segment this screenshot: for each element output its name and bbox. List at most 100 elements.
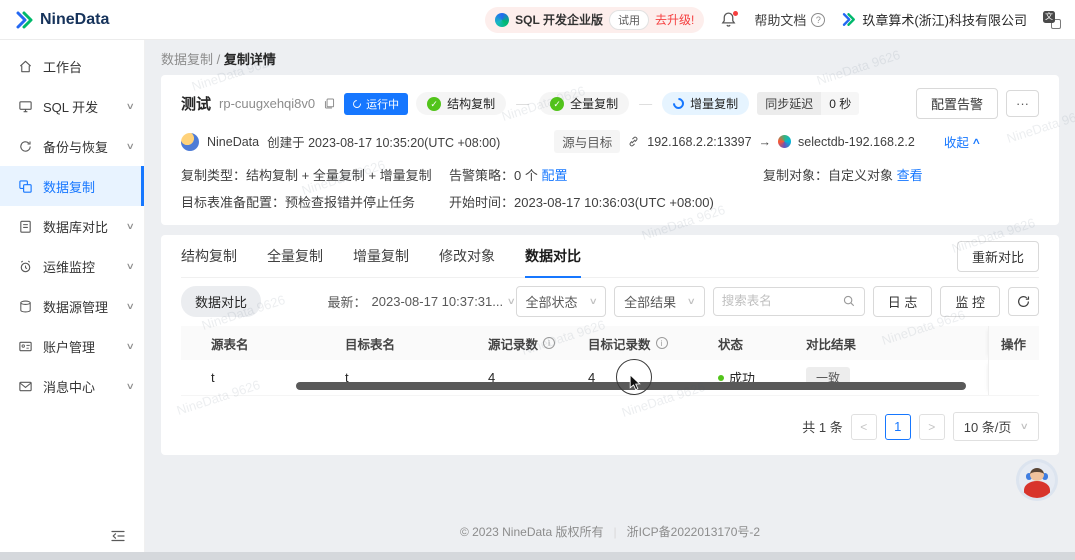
upgrade-link[interactable]: 去升级! (655, 11, 694, 28)
notification-bell-icon[interactable] (720, 10, 739, 29)
help-docs[interactable]: 帮助文档 (754, 10, 826, 29)
col-status: 状态 (718, 337, 744, 352)
current-page[interactable]: 1 (884, 413, 911, 440)
sidebar-item-db-compare[interactable]: 数据库对比 (0, 206, 144, 246)
table-header: 源表名 目标表名 源记录数 目标记录数 状态 对比结果 操作 (181, 326, 1039, 360)
step-incremental: 增量复制 (662, 92, 750, 115)
tab-full-replication[interactable]: 全量复制 (267, 235, 323, 277)
pagination: 共 1 条 < 1 > 10 条/页 (181, 412, 1039, 441)
tab-modify-objects[interactable]: 修改对象 (439, 235, 495, 277)
brand-name: NineData (40, 10, 110, 28)
filter-bar: 数据对比 最新： 2023-08-17 10:37:31... 全部状态 全部结… (181, 278, 1039, 324)
task-name: 测试 (181, 96, 212, 113)
customer-service-avatar[interactable] (1019, 462, 1055, 498)
tab-incremental-replication[interactable]: 增量复制 (353, 235, 409, 277)
configure-alert-button[interactable]: 配置告警 (915, 88, 998, 119)
sidebar-item-backup[interactable]: 备份与恢复 (0, 126, 144, 166)
chevron-down-icon (126, 301, 135, 312)
plan-product: SQL 开发企业版 (515, 13, 603, 27)
data-compare-chip[interactable]: 数据对比 (181, 285, 262, 317)
copy-icon[interactable] (323, 97, 336, 110)
sidebar-item-datasource[interactable]: 数据源管理 (0, 286, 144, 326)
refresh-icon (1018, 295, 1030, 307)
footer-divider: | (613, 524, 617, 539)
collapse-link[interactable]: 收起 (944, 132, 980, 151)
created-text: 创建于 2023-08-17 10:35:20(UTC +08:00) (267, 136, 501, 150)
monitor-icon (19, 100, 32, 112)
caret-down-icon (588, 296, 597, 307)
target-address[interactable]: selectdb-192.168.2.2 (798, 135, 915, 149)
result-filter-select[interactable]: 全部结果 (614, 285, 705, 317)
refresh-button[interactable] (1008, 286, 1039, 316)
status-filter-select[interactable]: 全部状态 (515, 285, 607, 317)
tab-data-compare[interactable]: 数据对比 (525, 235, 581, 278)
tab-structure-replication[interactable]: 结构复制 (181, 235, 237, 277)
col-target-table: 目标表名 (333, 334, 476, 353)
copyright-text: © 2023 NineData 版权所有 (459, 525, 604, 539)
sync-delay-chip: 同步延迟 0 秒 (757, 92, 860, 115)
table-row[interactable]: t t 4 4 成功 一致 (181, 360, 1039, 396)
sidebar-item-account[interactable]: 账户管理 (0, 326, 144, 366)
latest-run-dropdown[interactable]: 最新： 2023-08-17 10:37:31... (328, 292, 508, 311)
brand-logo[interactable]: NineData (14, 10, 109, 30)
col-source-table: 源表名 (211, 337, 249, 352)
icp-text[interactable]: 浙ICP备2022013170号-2 (627, 523, 760, 540)
sidebar-item-label: 备份与恢复 (43, 139, 109, 155)
prev-page-button[interactable]: < (850, 413, 877, 440)
link-icon (629, 136, 638, 147)
col-source-records: 源记录数 (476, 334, 576, 353)
more-actions-button[interactable]: ··· (1006, 90, 1039, 117)
sidebar-item-label: 账户管理 (43, 339, 96, 355)
col-target-records: 目标记录数 (576, 334, 706, 353)
source-target-label: 源与目标 (554, 130, 621, 153)
caret-down-icon (1020, 421, 1029, 432)
plan-icon (495, 12, 510, 27)
replication-object-view-link[interactable]: 查看 (897, 168, 923, 183)
table-search-box (712, 286, 865, 316)
step-connector (639, 96, 652, 111)
ninedata-logo-icon (16, 11, 33, 28)
creator-avatar (181, 132, 199, 151)
horizontal-scrollbar[interactable] (296, 382, 966, 390)
monitor-button[interactable]: 监 控 (940, 285, 1000, 317)
caret-down-icon (507, 296, 516, 307)
sidebar-item-messages[interactable]: 消息中心 (0, 366, 144, 406)
log-button[interactable]: 日 志 (872, 285, 933, 317)
sidebar-item-ops-monitor[interactable]: 运维监控 (0, 246, 144, 286)
next-page-button[interactable]: > (918, 413, 945, 440)
database-icon (20, 300, 31, 312)
arrow-right-icon: → (758, 134, 772, 149)
sidebar-nav: 工作台 SQL 开发 备份与恢复 数据复制 数据库对比 运维监控 数据源管理 账… (0, 40, 145, 552)
sidebar-item-label: SQL 开发 (43, 99, 99, 115)
org-switcher[interactable]: 玖章算术(浙江)科技有限公司 (841, 10, 1027, 29)
search-icon[interactable] (842, 294, 856, 308)
alert-policy-config-link[interactable]: 配置 (541, 168, 567, 183)
caret-down-icon (687, 296, 696, 307)
info-icon[interactable] (543, 337, 556, 349)
status-badge: 运行中 (344, 92, 409, 115)
sidebar-item-replication[interactable]: 数据复制 (0, 166, 144, 206)
top-header: NineData SQL 开发企业版 试用 去升级! 帮助文档 玖章算术(浙江)… (0, 0, 1075, 40)
sidebar-collapse-icon[interactable] (110, 528, 126, 544)
field-replication-type: 复制类型：结构复制 + 全量复制 + 增量复制 (181, 168, 432, 183)
detail-panel-card: 结构复制 全量复制 增量复制 修改对象 数据对比 重新对比 数据对比 最新： 2… (161, 235, 1059, 455)
window-bottom-band (0, 552, 1075, 560)
sidebar-item-sql-dev[interactable]: SQL 开发 (0, 86, 144, 126)
breadcrumb-parent[interactable]: 数据复制 (161, 52, 213, 67)
search-input[interactable] (721, 294, 842, 308)
clipboard-icon (20, 220, 31, 233)
chevron-down-icon (126, 141, 135, 152)
page-footer: © 2023 NineData 版权所有 | 浙ICP备2022013170号-… (145, 523, 1075, 540)
spinner-icon (351, 97, 363, 110)
language-switch-icon[interactable] (1043, 10, 1061, 29)
sidebar-item-label: 消息中心 (43, 379, 96, 395)
target-db-icon (778, 135, 792, 148)
source-address[interactable]: 192.168.2.2:13397 (647, 135, 751, 149)
info-icon[interactable] (655, 337, 668, 349)
recompare-button[interactable]: 重新对比 (956, 240, 1039, 272)
task-id: rp-cuugxehqi8v0 (219, 96, 316, 111)
sidebar-item-workbench[interactable]: 工作台 (0, 46, 144, 86)
page-size-select[interactable]: 10 条/页 (952, 412, 1039, 441)
plan-pill[interactable]: SQL 开发企业版 试用 去升级! (485, 6, 705, 33)
trial-badge: 试用 (608, 9, 649, 30)
